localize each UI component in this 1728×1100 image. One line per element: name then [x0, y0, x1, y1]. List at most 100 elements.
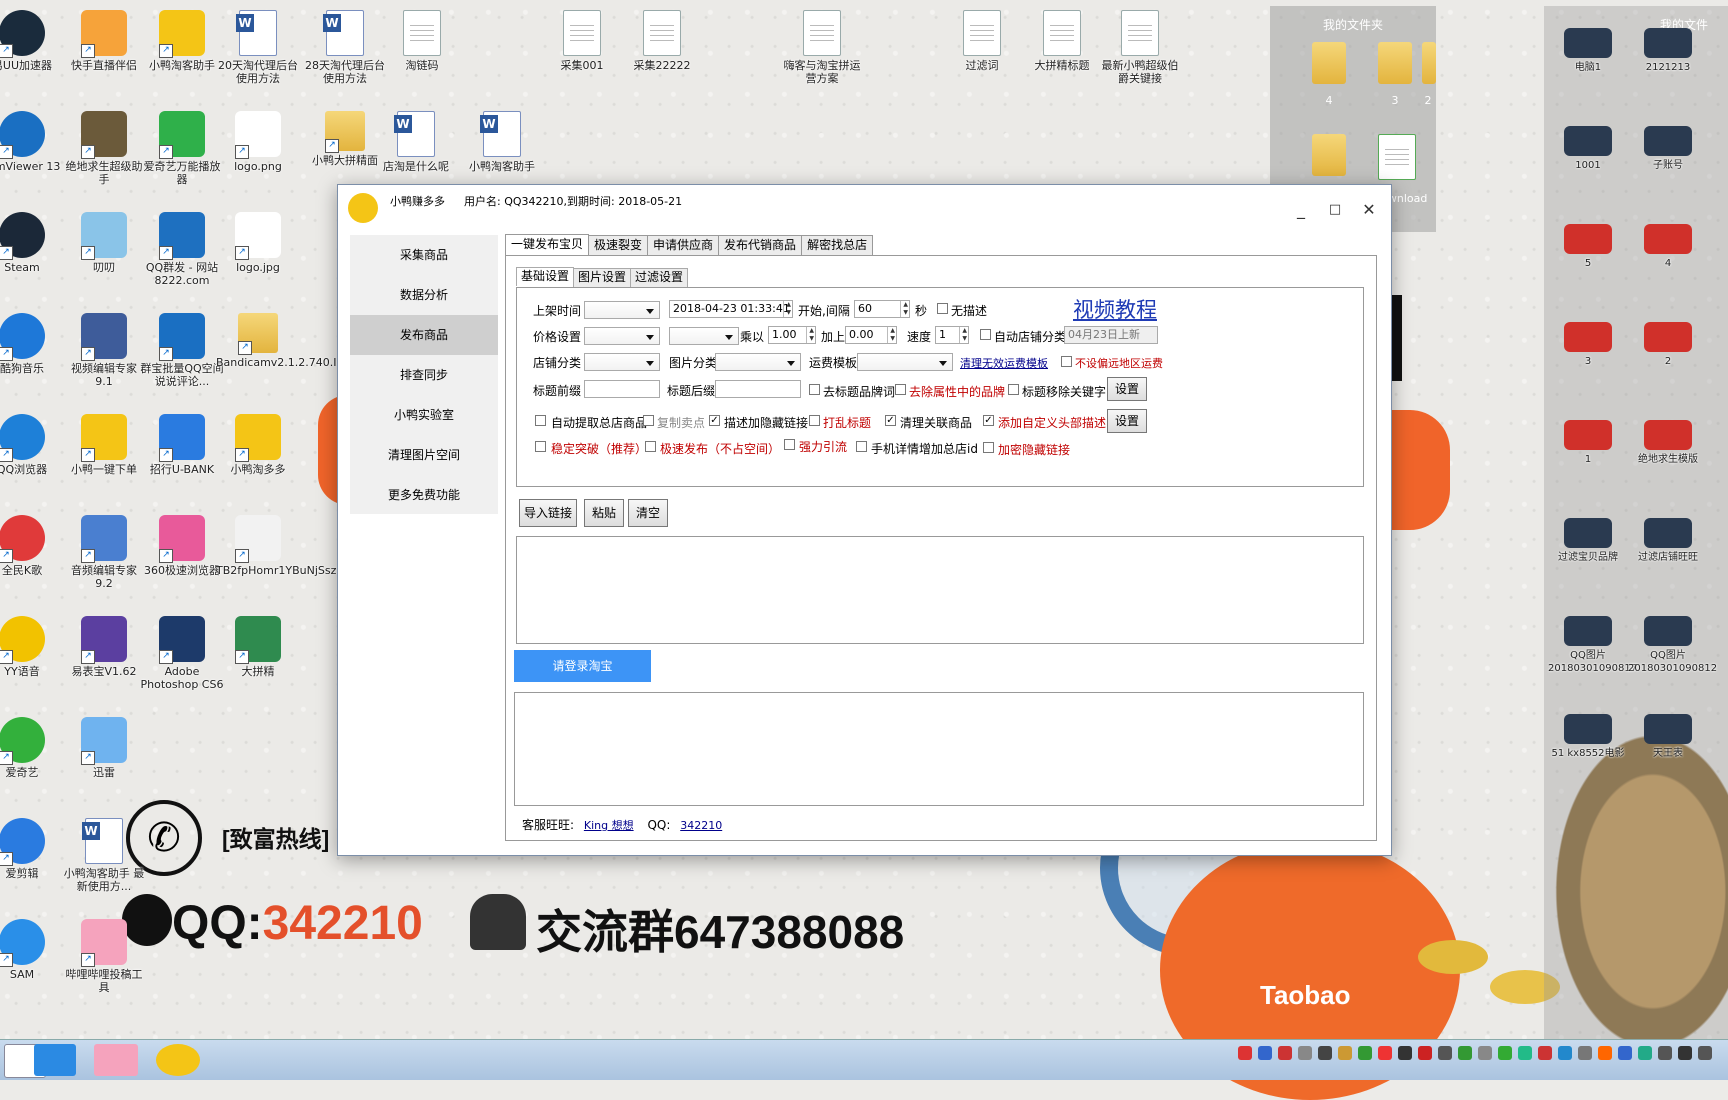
- shelf-time-dropdown[interactable]: [584, 301, 660, 319]
- add-field[interactable]: 0.00: [845, 326, 897, 344]
- tab[interactable]: 极速裂变: [588, 235, 649, 255]
- desktop-icon[interactable]: ↗ Bandicamv2.1.2.740.Incl...: [216, 313, 363, 369]
- video-tutorial-link[interactable]: 视频教程: [1073, 294, 1157, 324]
- sidebar-item[interactable]: 数据分析: [350, 275, 498, 315]
- tray-icon[interactable]: [1358, 1046, 1372, 1060]
- taskbar-bilibili-icon[interactable]: [94, 1044, 138, 1076]
- desktop-icon[interactable]: ↗ 招行U-BANK: [140, 414, 224, 476]
- sidebar-item[interactable]: 采集商品: [350, 235, 498, 275]
- tray-icon[interactable]: [1518, 1046, 1532, 1060]
- image-category-dropdown[interactable]: [715, 353, 801, 371]
- fence-file-icon[interactable]: 4: [1628, 224, 1708, 270]
- desktop-icon[interactable]: ↗ 小鸭一键下单: [62, 414, 146, 476]
- login-taobao-button[interactable]: 请登录淘宝: [514, 650, 651, 682]
- desktop-icon[interactable]: ↗ 全民K歌: [0, 515, 64, 577]
- clear-related-checkbox[interactable]: ✓: [885, 415, 896, 426]
- desktop-icon[interactable]: 店淘是什么呢: [374, 111, 458, 173]
- tray-icon[interactable]: [1318, 1046, 1332, 1060]
- fence-file-icon[interactable]: 绝地求生模版: [1628, 420, 1708, 466]
- tab[interactable]: 解密找总店: [801, 235, 874, 255]
- desktop-icon[interactable]: ↗ 爱奇艺: [0, 717, 64, 779]
- taskbar-duck-icon[interactable]: [156, 1044, 200, 1076]
- desktop-icon[interactable]: 28天淘代理后台使用方法: [303, 10, 387, 85]
- fence-file-icon[interactable]: 过滤店铺旺旺: [1628, 518, 1708, 564]
- tray-icon[interactable]: [1618, 1046, 1632, 1060]
- clear-button[interactable]: 清空: [628, 499, 668, 527]
- desktop-icon[interactable]: ↗ 视频编辑专家 9.1: [62, 313, 146, 388]
- interval-field[interactable]: 60: [854, 300, 910, 318]
- tray-icon[interactable]: [1398, 1046, 1412, 1060]
- tray-icon[interactable]: [1498, 1046, 1512, 1060]
- desktop-icon[interactable]: ↗ 哔哩哔哩投稿工具: [62, 919, 146, 994]
- import-links-button[interactable]: 导入链接: [519, 499, 577, 527]
- fence-file-icon[interactable]: 子账号: [1628, 126, 1708, 172]
- desktop-icon[interactable]: 最新小鸭超级伯爵关键接: [1098, 10, 1182, 85]
- folder-icon[interactable]: [1378, 42, 1412, 84]
- desktop-icon[interactable]: ↗ TB2fpHomr1YBuNjSszh...: [216, 515, 354, 577]
- fence-file-icon[interactable]: 1001: [1548, 126, 1628, 172]
- file-icon[interactable]: [1378, 134, 1416, 180]
- tray-icon[interactable]: [1658, 1046, 1672, 1060]
- fence-file-icon[interactable]: 51 kx8552电影: [1548, 714, 1628, 760]
- tray-icon[interactable]: [1578, 1046, 1592, 1060]
- desktop-icon[interactable]: ↗ logo.jpg: [216, 212, 300, 274]
- fence-file-icon[interactable]: 5: [1548, 224, 1628, 270]
- subtab[interactable]: 过滤设置: [630, 268, 689, 287]
- force-traffic-checkbox[interactable]: [784, 439, 795, 450]
- remove-attr-brand-checkbox[interactable]: [895, 384, 906, 395]
- sidebar-item[interactable]: 清理图片空间: [350, 435, 498, 475]
- subtab[interactable]: 基础设置: [516, 267, 575, 286]
- tray-icon[interactable]: [1458, 1046, 1472, 1060]
- sidebar-item[interactable]: 小鸭实验室: [350, 395, 498, 435]
- tray-icon[interactable]: [1698, 1046, 1712, 1060]
- tray-icon[interactable]: [1298, 1046, 1312, 1060]
- price-dropdown-1[interactable]: [584, 327, 660, 345]
- multiply-field[interactable]: 1.00: [768, 326, 816, 344]
- fence-file-icon[interactable]: 天王表: [1628, 714, 1708, 760]
- tray-icon[interactable]: [1378, 1046, 1392, 1060]
- no-remote-checkbox[interactable]: [1061, 356, 1072, 367]
- tray-icon[interactable]: [1258, 1046, 1272, 1060]
- tray-icon[interactable]: [1558, 1046, 1572, 1060]
- auto-category-checkbox[interactable]: [980, 329, 991, 340]
- desktop-icon[interactable]: ↗ 迅雷: [62, 717, 146, 779]
- desktop-icon[interactable]: 采集001: [540, 10, 624, 72]
- desktop-icon[interactable]: ↗ 小鸭淘多多: [216, 414, 300, 476]
- maximize-button[interactable]: □: [1324, 201, 1346, 219]
- paste-button[interactable]: 粘贴: [584, 499, 624, 527]
- desktop-icon[interactable]: 采集22222: [620, 10, 704, 72]
- desktop-icon[interactable]: 淘链码: [380, 10, 464, 72]
- sidebar-item[interactable]: 排查同步: [350, 355, 498, 395]
- minimize-button[interactable]: _: [1290, 201, 1312, 219]
- tray-icon[interactable]: [1278, 1046, 1292, 1060]
- folder-icon[interactable]: [1422, 42, 1436, 84]
- title-prefix-input[interactable]: [584, 380, 660, 398]
- tray-icon[interactable]: [1598, 1046, 1612, 1060]
- settings-button-2[interactable]: 设置: [1107, 409, 1147, 433]
- speed-field[interactable]: 1: [935, 326, 969, 344]
- fast-publish-checkbox[interactable]: [645, 441, 656, 452]
- tab[interactable]: 发布代销商品: [718, 235, 803, 255]
- subtab[interactable]: 图片设置: [573, 268, 632, 287]
- tray-icon[interactable]: [1638, 1046, 1652, 1060]
- desktop-icon[interactable]: ↗ 群宝批量QQ空间说说评论...: [140, 313, 224, 388]
- close-button[interactable]: ✕: [1358, 201, 1380, 219]
- tray-icon[interactable]: [1678, 1046, 1692, 1060]
- desktop-icon[interactable]: ↗ 大拼精: [216, 616, 300, 678]
- tray-icon[interactable]: [1478, 1046, 1492, 1060]
- remove-keyword-checkbox[interactable]: [1008, 384, 1019, 395]
- sidebar-item[interactable]: 发布商品: [350, 315, 498, 355]
- custom-header-checkbox[interactable]: ✓: [983, 415, 994, 426]
- fence-file-icon[interactable]: 2121213: [1628, 28, 1708, 74]
- tray-icon[interactable]: [1438, 1046, 1452, 1060]
- desktop-icon[interactable]: ↗ 小鸭淘客助手: [140, 10, 224, 72]
- auto-fetch-checkbox[interactable]: [535, 415, 546, 426]
- desktop-icon[interactable]: ↗ SAM: [0, 919, 64, 981]
- desktop-icon[interactable]: ↗ 酷狗音乐: [0, 313, 64, 375]
- tab[interactable]: 一键发布宝贝: [505, 234, 590, 256]
- sidebar-item[interactable]: 更多免费功能: [350, 475, 498, 515]
- desktop-icon[interactable]: ↗ 绝地求生超级助手: [62, 111, 146, 186]
- desktop-icon[interactable]: ↗ 叨叨: [62, 212, 146, 274]
- tray-icon[interactable]: [1418, 1046, 1432, 1060]
- service-wangwang-link[interactable]: King 想想: [584, 819, 634, 832]
